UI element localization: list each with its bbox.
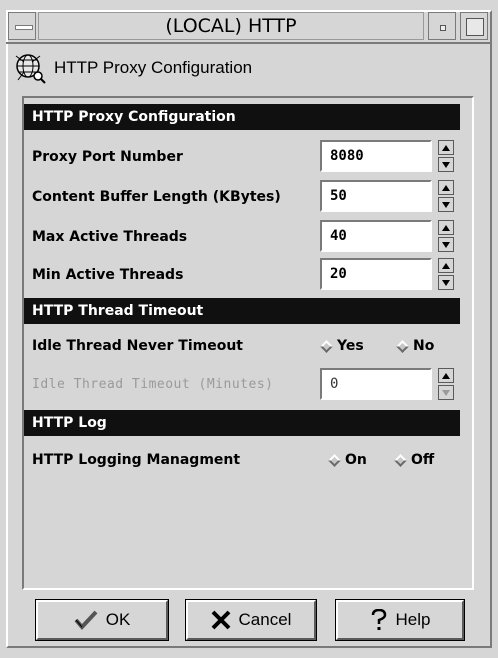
help-label: Help: [395, 610, 431, 629]
proxy-port-spinner[interactable]: [438, 140, 454, 172]
arrow-up-icon: [442, 262, 450, 269]
radio-idle-no[interactable]: No: [396, 338, 435, 354]
question-mark-icon: [370, 609, 388, 631]
dialog-heading: HTTP Proxy Configuration: [14, 50, 484, 86]
spin-down-button[interactable]: [438, 157, 454, 172]
max-threads-input[interactable]: 40: [320, 220, 432, 252]
heading-title: HTTP Proxy Configuration: [54, 58, 253, 77]
title-bar[interactable]: (LOCAL) HTTP: [6, 10, 492, 44]
buffer-length-input[interactable]: 50: [320, 180, 432, 212]
section-proxy-header: HTTP Proxy Configuration: [24, 104, 460, 130]
arrow-down-icon: [442, 161, 450, 168]
globe-web-icon: [15, 54, 46, 84]
help-button[interactable]: Help: [335, 599, 465, 641]
max-threads-spinner[interactable]: [438, 220, 454, 252]
radio-diamond-icon: [394, 453, 407, 467]
idle-timeout-spinner[interactable]: [438, 368, 454, 400]
ok-label: OK: [105, 610, 131, 629]
arrow-down-icon: [442, 279, 450, 286]
section-thread-header: HTTP Thread Timeout: [24, 298, 460, 324]
arrow-down-icon: [442, 201, 450, 208]
radio-no-label: No: [413, 338, 435, 354]
spin-down-button[interactable]: [438, 275, 454, 290]
min-threads-spinner[interactable]: [438, 258, 454, 290]
menu-bar-icon: [15, 25, 33, 30]
idle-never-label: Idle Thread Never Timeout: [32, 338, 243, 354]
spin-down-button[interactable]: [438, 385, 454, 400]
spin-down-button[interactable]: [438, 237, 454, 252]
proxy-port-label: Proxy Port Number: [32, 149, 183, 165]
cancel-label: Cancel: [238, 610, 292, 629]
cancel-button[interactable]: Cancel: [185, 599, 317, 641]
radio-logging-off[interactable]: Off: [394, 452, 435, 468]
window-menu-button[interactable]: [8, 12, 36, 40]
radio-diamond-icon: [328, 453, 341, 467]
radio-diamond-icon: [320, 339, 333, 353]
radio-idle-yes[interactable]: Yes: [320, 338, 364, 354]
spin-up-button[interactable]: [438, 180, 454, 195]
spin-up-button[interactable]: [438, 368, 454, 383]
arrow-down-icon: [442, 241, 450, 248]
min-threads-input[interactable]: 20: [320, 258, 432, 290]
buffer-length-label: Content Buffer Length (KBytes): [32, 189, 281, 205]
buffer-length-spinner[interactable]: [438, 180, 454, 212]
arrow-up-icon: [442, 372, 450, 379]
min-threads-label: Min Active Threads: [32, 267, 184, 283]
section-log-header: HTTP Log: [24, 410, 460, 436]
proxy-port-input[interactable]: 8080: [320, 140, 432, 172]
arrow-down-icon: [442, 389, 450, 396]
idle-timeout-input[interactable]: 0: [320, 368, 432, 400]
spin-up-button[interactable]: [438, 220, 454, 235]
logging-label: HTTP Logging Managment: [32, 452, 241, 468]
spin-up-button[interactable]: [438, 140, 454, 155]
minimize-button[interactable]: [428, 12, 456, 40]
radio-logging-on[interactable]: On: [328, 452, 367, 468]
maximize-icon: [466, 18, 484, 36]
spin-down-button[interactable]: [438, 197, 454, 212]
radio-off-label: Off: [411, 452, 435, 468]
minimize-icon: [440, 25, 446, 31]
radio-diamond-icon: [396, 339, 409, 353]
idle-timeout-label: Idle Thread Timeout (Minutes): [32, 377, 274, 392]
radio-on-label: On: [345, 452, 367, 468]
x-icon: [211, 610, 231, 630]
checkmark-icon: [74, 610, 98, 630]
arrow-up-icon: [442, 224, 450, 231]
window-title: (LOCAL) HTTP: [38, 12, 424, 40]
spin-up-button[interactable]: [438, 258, 454, 273]
arrow-up-icon: [442, 144, 450, 151]
radio-yes-label: Yes: [337, 338, 364, 354]
ok-button[interactable]: OK: [35, 599, 169, 641]
maximize-button[interactable]: [460, 12, 488, 40]
max-threads-label: Max Active Threads: [32, 229, 188, 245]
arrow-up-icon: [442, 184, 450, 191]
